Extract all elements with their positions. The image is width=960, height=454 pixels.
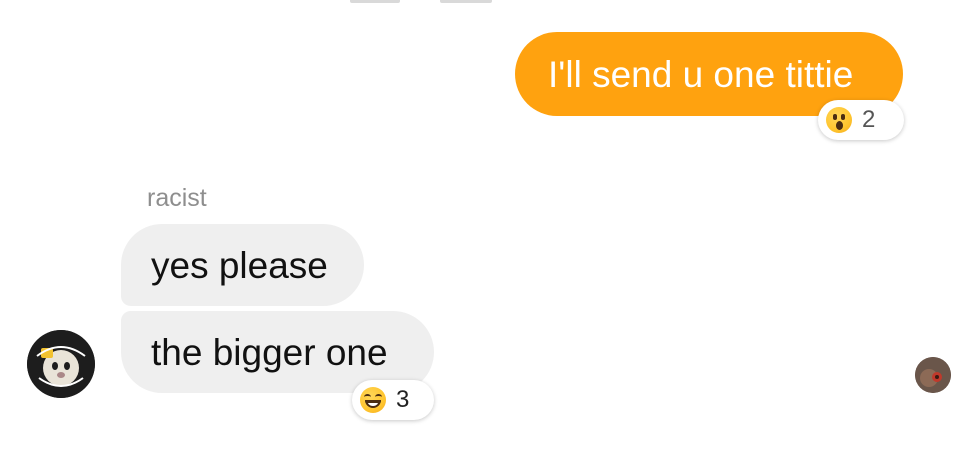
sender-name: racist xyxy=(147,184,207,212)
chat-thread: I'll send u one tittie 2 racist yes plea… xyxy=(0,0,960,454)
avatar-image xyxy=(915,357,951,393)
wow-face-icon xyxy=(826,107,852,133)
reaction-count: 2 xyxy=(862,106,876,133)
previous-element-edge xyxy=(440,0,492,3)
previous-element-edge xyxy=(350,0,400,3)
incoming-message-bubble[interactable]: yes please xyxy=(121,224,364,306)
read-receipt-avatar[interactable] xyxy=(915,357,951,393)
avatar-image xyxy=(27,330,95,398)
laughing-face-icon xyxy=(360,387,386,413)
incoming-message-text: yes please xyxy=(151,244,328,286)
incoming-message-text: the bigger one xyxy=(151,331,388,373)
message-reaction[interactable]: 2 xyxy=(818,100,904,140)
message-reaction[interactable]: 3 xyxy=(352,380,434,420)
reaction-count: 3 xyxy=(396,386,410,413)
outgoing-message-text: I'll send u one tittie xyxy=(548,53,854,95)
sender-avatar[interactable] xyxy=(27,330,95,398)
